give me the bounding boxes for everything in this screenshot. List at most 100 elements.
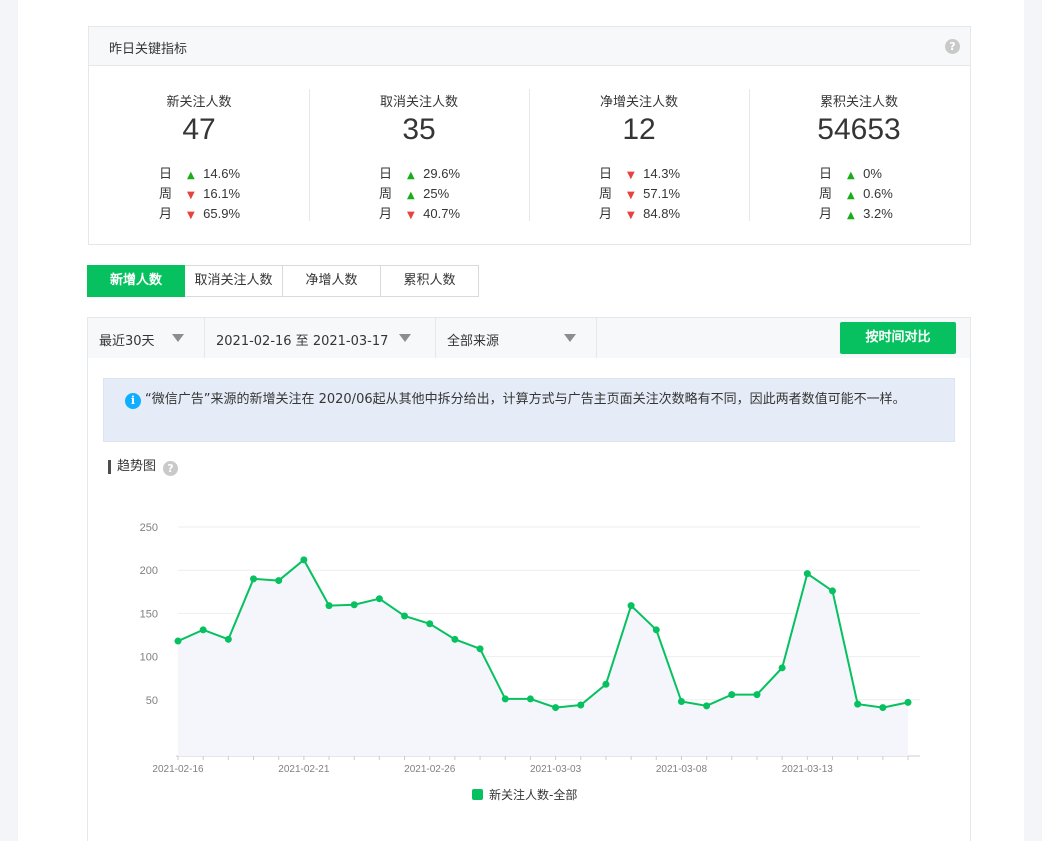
key-metrics-header: 昨日关键指标 ? <box>89 27 970 66</box>
x-tick-label: 2021-02-16 <box>152 764 204 775</box>
y-tick-label: 250 <box>140 522 158 534</box>
arrow-down-icon: ▼ <box>627 190 635 201</box>
arrow-up-icon: ▲ <box>847 210 855 221</box>
metric-change-row: 周 ▼ 57.1% <box>599 183 680 203</box>
change-percent: 40.7% <box>423 206 461 221</box>
legend-swatch <box>472 789 483 800</box>
data-point <box>401 612 409 620</box>
metric-divider <box>749 89 750 221</box>
period-label: 周 <box>599 187 613 202</box>
chevron-down-icon <box>564 334 576 342</box>
compare-by-time-button[interactable]: 按时间对比 <box>840 322 956 354</box>
data-point <box>224 635 232 643</box>
data-point <box>879 704 887 712</box>
metric-value: 54653 <box>817 113 901 146</box>
tab-2[interactable]: 取消关注人数 <box>185 265 283 297</box>
data-point <box>375 595 383 603</box>
data-point <box>300 556 308 564</box>
data-point <box>803 570 811 578</box>
arrow-up-icon: ▲ <box>187 170 195 181</box>
metric-value: 35 <box>402 113 436 146</box>
trend-panel: 最近30天 2021-02-16 至 2021-03-17 全部来源 按时间对比… <box>87 317 971 841</box>
change-percent: 29.6% <box>423 166 461 181</box>
metric-change-row: 日 ▲ 14.6% <box>159 163 240 183</box>
change-percent: 65.9% <box>203 206 241 221</box>
tab-3[interactable]: 净增人数 <box>283 265 381 297</box>
data-point <box>552 704 560 712</box>
metric-change-row: 周 ▼ 16.1% <box>159 183 240 203</box>
data-point <box>476 645 484 653</box>
arrow-up-icon: ▲ <box>847 190 855 201</box>
data-point <box>728 691 736 699</box>
data-point <box>778 664 786 672</box>
metric-change-row: 日 ▲ 0% <box>819 163 893 183</box>
y-tick-label: 100 <box>140 652 158 664</box>
range-select[interactable]: 最近30天 <box>88 318 205 358</box>
chevron-down-icon <box>399 334 411 342</box>
period-label: 周 <box>159 187 173 202</box>
tab-4[interactable]: 累积人数 <box>381 265 479 297</box>
change-percent: 25% <box>423 186 450 201</box>
data-point <box>174 637 182 645</box>
chevron-down-icon <box>172 334 184 342</box>
metric-divider <box>529 89 530 221</box>
notice-banner: i “微信广告”来源的新增关注在 2020/06起从其他中拆分给出，计算方式与广… <box>103 378 955 442</box>
data-point <box>250 575 258 583</box>
info-icon: i <box>125 393 141 409</box>
arrow-up-icon: ▲ <box>407 190 415 201</box>
source-select[interactable]: 全部来源 <box>436 318 597 358</box>
period-label: 月 <box>599 207 613 222</box>
x-tick-label: 2021-02-26 <box>404 764 456 775</box>
metric-change-list: 日 ▲ 0% 周 ▲ 0.6% 月 ▲ 3.2% <box>819 163 893 223</box>
metric-label: 新关注人数 <box>166 95 232 110</box>
tab-1[interactable]: 新增人数 <box>87 265 185 297</box>
period-label: 日 <box>159 167 173 182</box>
arrow-up-icon: ▲ <box>847 170 855 181</box>
period-label: 月 <box>819 207 833 222</box>
metric-tabs: 新增人数 取消关注人数 净增人数 累积人数 <box>87 265 479 297</box>
metric-label: 净增关注人数 <box>599 95 678 110</box>
data-point <box>577 701 585 709</box>
arrow-down-icon: ▼ <box>627 170 635 181</box>
chart-legend[interactable]: 新关注人数-全部 <box>472 786 577 803</box>
data-point <box>325 602 333 610</box>
metric-change-list: 日 ▼ 14.3% 周 ▼ 57.1% 月 ▼ 84.8% <box>599 163 680 223</box>
data-point <box>501 695 509 703</box>
filter-bar: 最近30天 2021-02-16 至 2021-03-17 全部来源 按时间对比 <box>88 318 970 358</box>
change-percent: 57.1% <box>643 186 681 201</box>
period-label: 日 <box>819 167 833 182</box>
metric-block: 累积关注人数 54653 日 ▲ 0% 周 ▲ 0.6% 月 ▲ 3.2% <box>749 89 969 223</box>
date-range-picker[interactable]: 2021-02-16 至 2021-03-17 <box>205 318 436 358</box>
question-circle-icon[interactable]: ? <box>945 39 960 54</box>
question-circle-icon[interactable]: ? <box>163 461 178 476</box>
data-point <box>677 698 685 706</box>
change-percent: 14.3% <box>643 166 681 181</box>
period-label: 周 <box>819 187 833 202</box>
arrow-up-icon: ▲ <box>407 170 415 181</box>
arrow-down-icon: ▼ <box>187 190 195 201</box>
trend-chart: 50 100 150 200 250 2021-02-16 2021-02-21 2021-0… <box>140 522 920 775</box>
change-percent: 14.6% <box>203 166 241 181</box>
metric-label: 取消关注人数 <box>379 95 458 110</box>
metric-change-list: 日 ▲ 29.6% 周 ▲ 25% 月 ▼ 40.7% <box>379 163 460 223</box>
change-percent: 0% <box>863 166 882 181</box>
trend-title: 趋势图 <box>108 460 156 474</box>
x-tick-label: 2021-03-03 <box>530 764 582 775</box>
data-point <box>526 695 534 703</box>
data-point <box>904 698 912 706</box>
metric-change-row: 月 ▼ 65.9% <box>159 203 240 223</box>
metric-change-row: 月 ▲ 3.2% <box>819 203 893 223</box>
metric-value: 47 <box>182 113 216 146</box>
data-point <box>652 626 660 634</box>
data-point <box>854 700 862 708</box>
change-percent: 3.2% <box>863 206 893 221</box>
range-select-value: 最近30天 <box>99 334 155 349</box>
period-label: 月 <box>379 207 393 222</box>
metric-block: 新关注人数 47 日 ▲ 14.6% 周 ▼ 16.1% 月 ▼ 65.9% <box>89 89 309 223</box>
metric-value: 12 <box>622 113 656 146</box>
data-point <box>828 587 836 595</box>
metric-change-row: 日 ▼ 14.3% <box>599 163 680 183</box>
source-select-value: 全部来源 <box>447 334 500 349</box>
metric-change-row: 日 ▲ 29.6% <box>379 163 460 183</box>
metric-label: 累积关注人数 <box>819 95 898 110</box>
